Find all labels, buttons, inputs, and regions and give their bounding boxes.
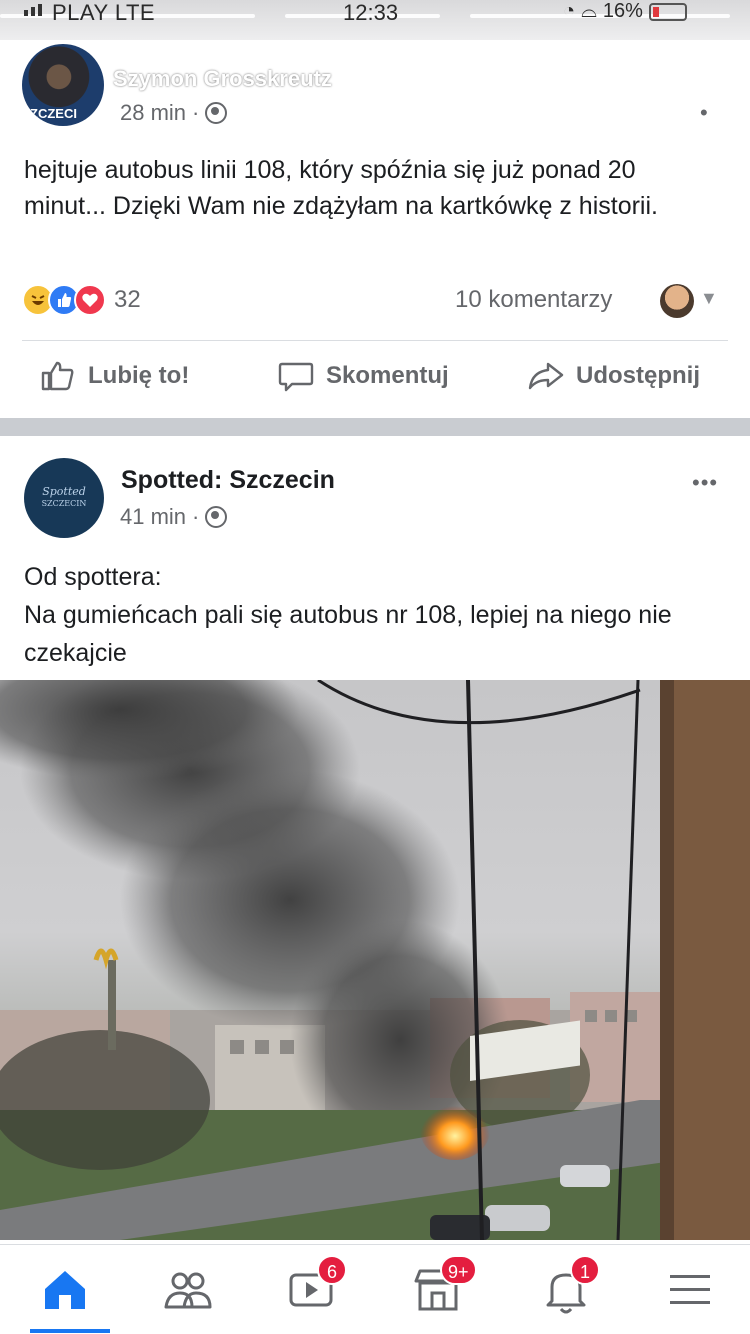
home-tab[interactable] <box>37 1263 93 1317</box>
globe-icon <box>205 102 228 124</box>
signal-icon <box>24 4 42 16</box>
share-button[interactable]: Udostępnij <box>528 360 700 392</box>
alarm-icon: ◔ <box>563 0 576 22</box>
divider <box>22 340 728 341</box>
comment-button[interactable]: Skomentuj <box>278 360 449 392</box>
home-icon <box>45 1271 85 1309</box>
avatar-text: Spotted <box>42 485 86 498</box>
reaction-count: 32 <box>114 286 141 313</box>
feed-separator <box>0 418 750 436</box>
post-text: Od spottera: Na gumieńcach pali się auto… <box>24 558 734 672</box>
page-avatar[interactable]: Spotted SZCZECIN <box>24 458 104 538</box>
story-age: 14 godz. <box>397 66 482 91</box>
meta-separator: · <box>192 504 200 529</box>
commenter-avatar <box>660 284 694 318</box>
watch-tab[interactable]: 6 <box>285 1255 347 1317</box>
watch-badge: 6 <box>317 1255 347 1285</box>
story-header-bar: PLAY LTE 12:33 ◔ ⌓ 16% <box>0 0 750 40</box>
hamburger-menu-icon <box>670 1275 710 1304</box>
active-tab-indicator <box>30 1329 110 1333</box>
status-time: 12:33 <box>343 0 399 25</box>
friends-icon <box>164 1272 212 1309</box>
post-text-line: Od spottera: <box>24 563 162 591</box>
headphones-icon: ⌓ <box>581 0 597 22</box>
friends-tab[interactable] <box>160 1263 216 1317</box>
notifications-tab[interactable]: 1 <box>538 1255 600 1317</box>
post-more-icon[interactable]: • <box>700 100 708 126</box>
share-label: Udostępnij <box>576 362 700 389</box>
battery-icon <box>648 2 687 21</box>
avatar-text: SZCZECIN <box>41 499 87 508</box>
post-more-icon[interactable]: ••• <box>692 470 718 496</box>
love-reaction-icon <box>74 284 106 316</box>
carrier-label: PLAY LTE <box>52 0 156 25</box>
marketplace-tab[interactable]: 9+ <box>410 1255 477 1317</box>
like-label: Lubię to! <box>88 362 190 389</box>
close-icon[interactable] <box>683 58 723 98</box>
share-icon <box>528 362 564 390</box>
battery-percent: 16% <box>602 0 643 22</box>
page-name[interactable]: Spotted: Szczecin <box>121 466 335 495</box>
story-author-name[interactable]: Szymon Grosskreutz <box>113 66 332 92</box>
comments-count-link[interactable]: 10 komentarzy <box>455 286 612 314</box>
marketplace-badge: 9+ <box>440 1255 477 1285</box>
reactions-summary[interactable]: 32 <box>22 284 141 316</box>
post-photo[interactable] <box>0 680 750 1240</box>
chevron-down-icon[interactable]: ▼ <box>700 288 718 309</box>
post-card: Spotted SZCZECIN Spotted: Szczecin 41 mi… <box>0 436 750 1244</box>
avatar[interactable]: ZCZECI <box>22 44 104 126</box>
burning-bus-photo <box>0 680 750 1240</box>
comment-icon <box>278 362 314 392</box>
post-text-line: Na gumieńcach pali się autobus nr 108, l… <box>24 601 672 667</box>
thumbs-up-icon <box>41 361 74 391</box>
globe-icon <box>205 506 228 528</box>
post-text: hejtuje autobus linii 108, który spóźnia… <box>24 156 658 220</box>
notifications-badge: 1 <box>570 1255 600 1285</box>
comment-label: Skomentuj <box>326 362 449 389</box>
post-card: ZCZECI Szymon Grosskreutz 14 godz. ••• 2… <box>0 40 750 418</box>
avatar-label: ZCZECI <box>30 106 77 121</box>
post-actions: Lubię to! Skomentuj Udostępnij <box>0 360 750 404</box>
bottom-nav: 6 9+ 1 <box>0 1244 750 1334</box>
story-more-icon[interactable]: ••• <box>591 62 629 96</box>
menu-tab[interactable] <box>664 1263 720 1317</box>
post-meta: 41 min · <box>120 504 228 530</box>
status-right: ◔ ⌓ 16% <box>563 0 687 23</box>
post-time: 41 min <box>120 504 187 529</box>
meta-separator: · <box>192 100 200 125</box>
post-meta: 28 min · <box>120 100 228 126</box>
like-button[interactable]: Lubię to! <box>40 360 189 392</box>
post-time: 28 min <box>120 100 187 125</box>
